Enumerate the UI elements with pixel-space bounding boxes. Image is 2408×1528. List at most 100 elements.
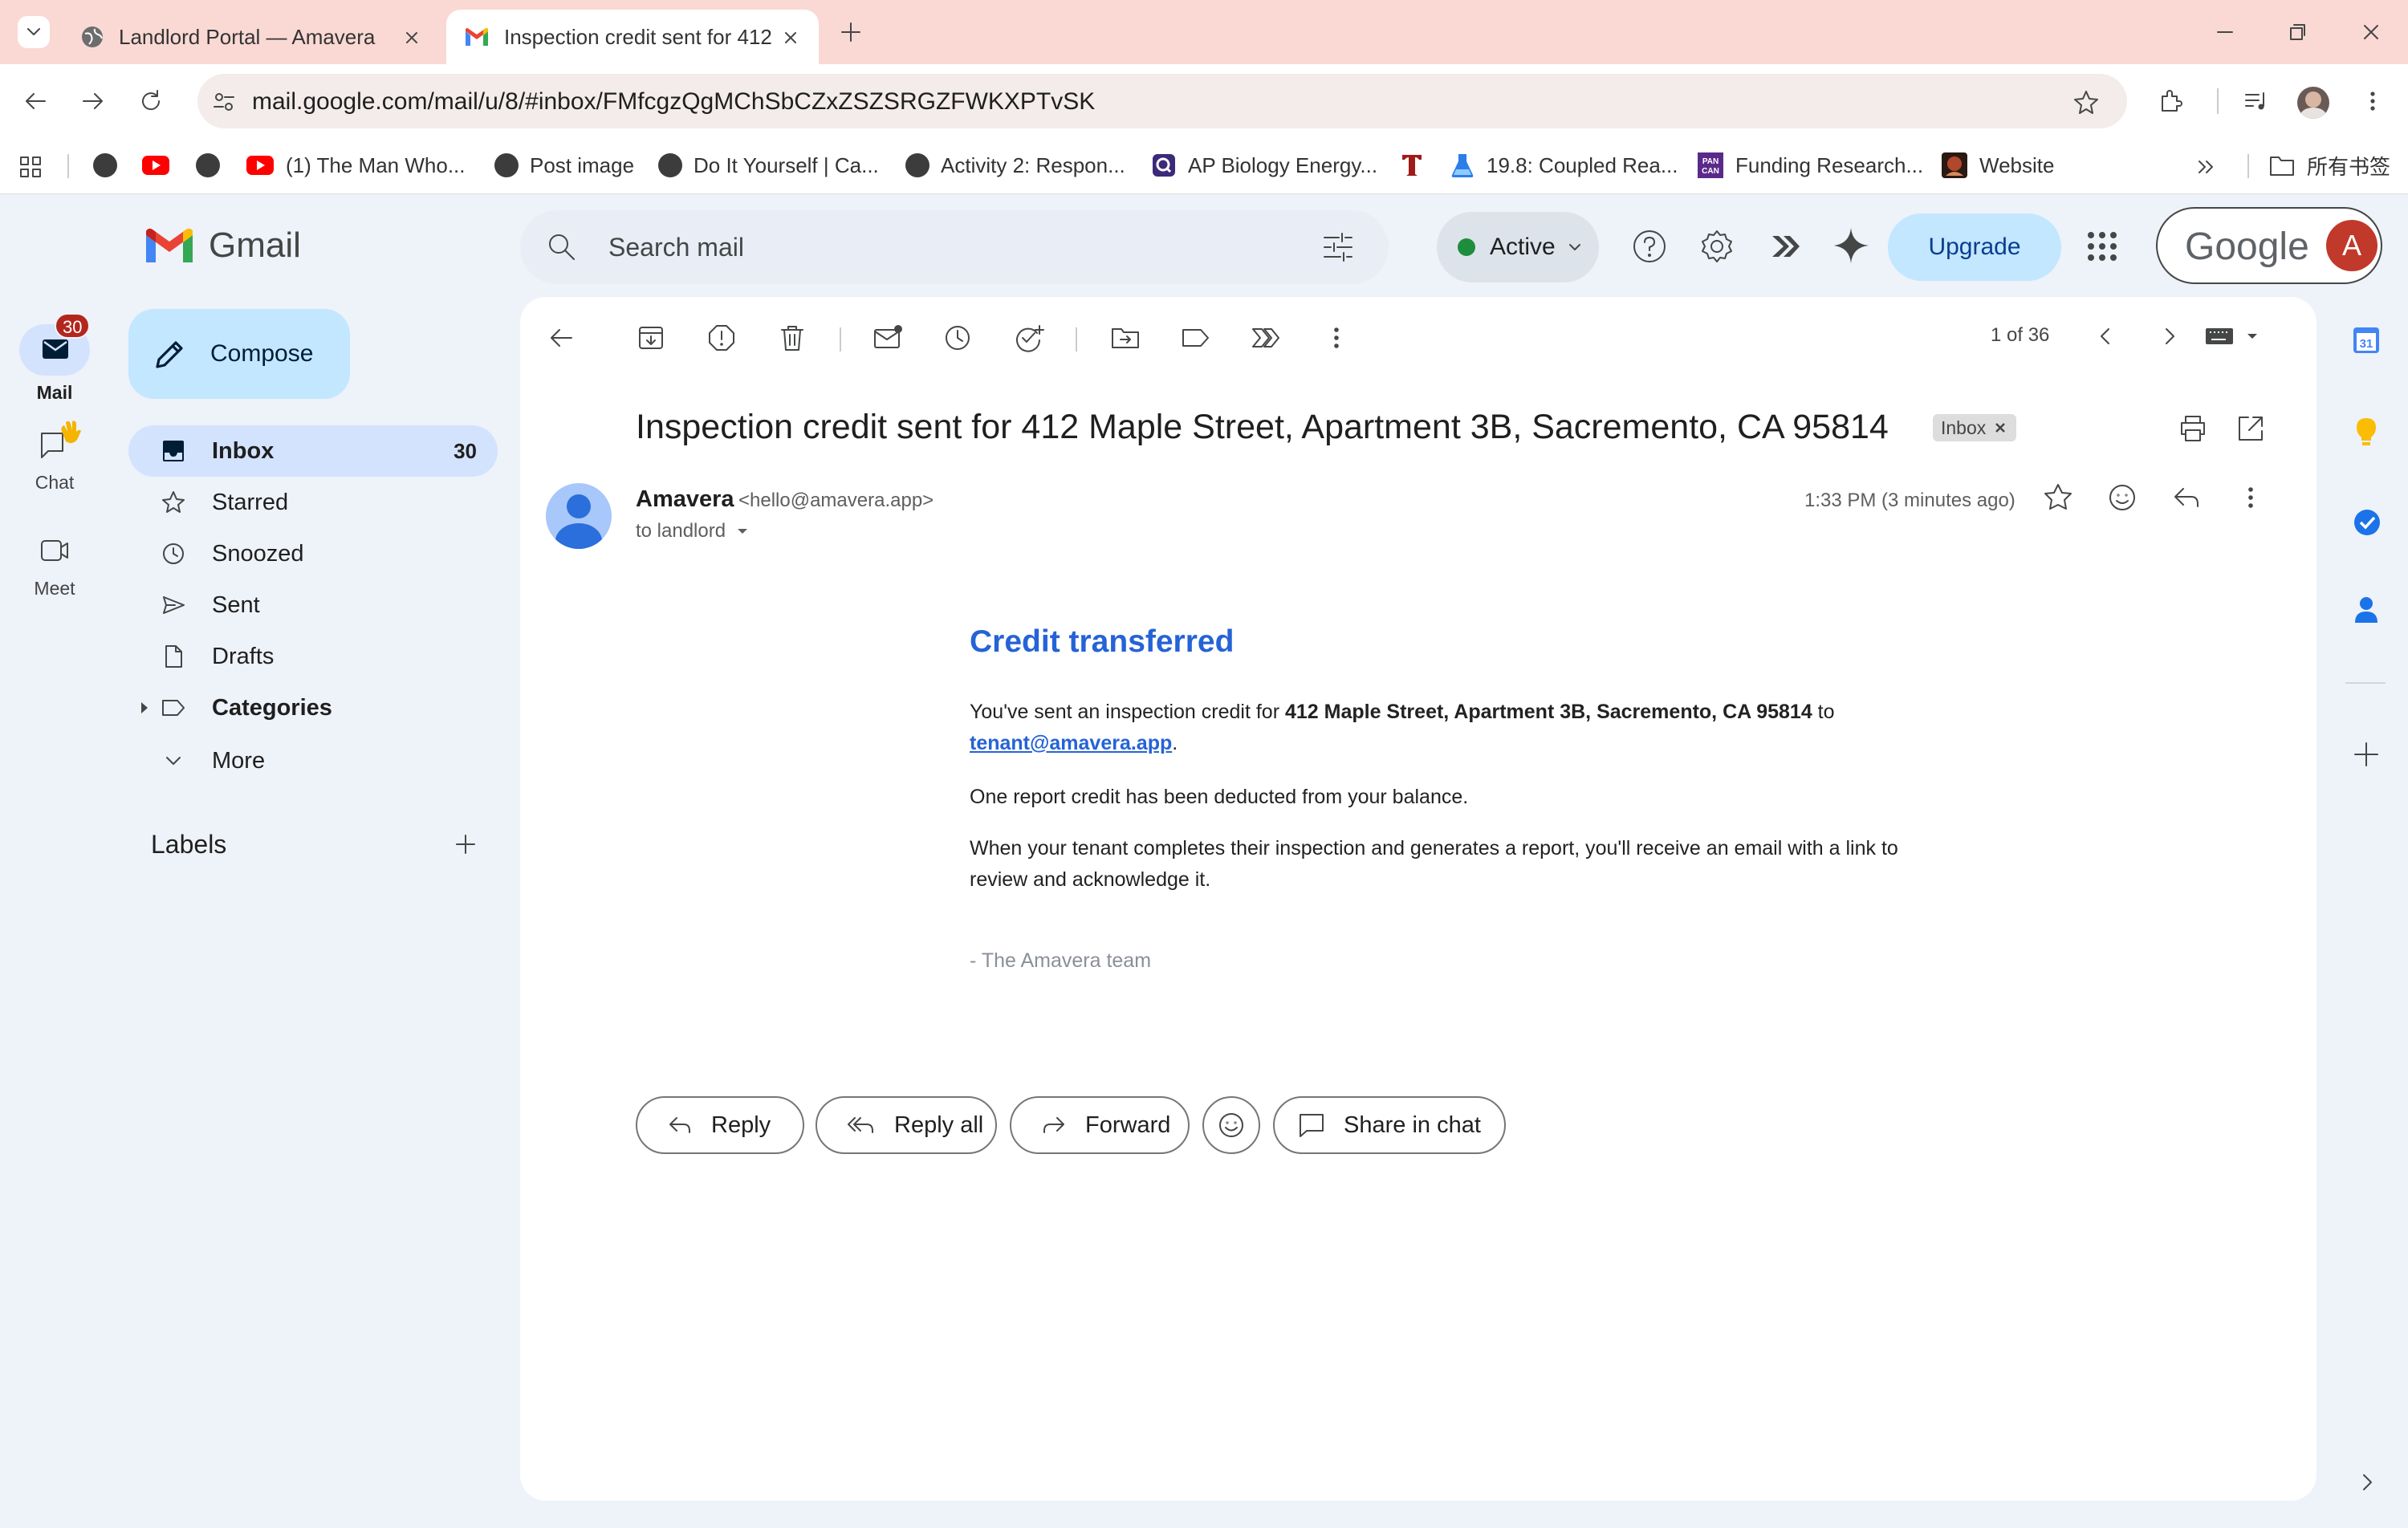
nav-starred[interactable]: Starred <box>128 477 498 528</box>
search-input[interactable]: Search mail <box>608 233 744 262</box>
remove-label-icon[interactable] <box>1992 420 2008 436</box>
reply-all-button[interactable]: Reply all <box>816 1096 997 1154</box>
tab-landlord-portal[interactable]: Landlord Portal — Amavera <box>63 10 440 64</box>
add-task-icon[interactable] <box>1013 323 1045 353</box>
address-bar[interactable]: mail.google.com/mail/u/8/#inbox/FMfcgzQg… <box>197 74 2127 128</box>
bookmark-the-man-who[interactable]: (1) The Man Who... <box>246 149 466 181</box>
bookmark-post-image[interactable]: Post image <box>494 149 634 181</box>
bookmark-do-it-yourself[interactable]: Do It Yourself | Ca... <box>658 149 879 181</box>
report-spam-icon[interactable] <box>706 323 737 353</box>
input-tools-toggle[interactable] <box>2204 324 2262 348</box>
profile-avatar[interactable] <box>2297 87 2329 119</box>
tab-search-button[interactable] <box>18 16 50 48</box>
back-arrow-icon[interactable] <box>21 87 50 116</box>
apps-grid-icon[interactable] <box>18 154 43 180</box>
recipient-text: to landlord <box>636 520 726 542</box>
move-to-icon[interactable] <box>1109 323 1141 353</box>
nav-categories[interactable]: Categories <box>128 682 498 734</box>
rail-meet-label: Meet <box>34 578 75 599</box>
bookmark-ap-biology[interactable]: AP Biology Energy... <box>1151 149 1377 181</box>
google-account-button[interactable]: Google A <box>2156 207 2382 284</box>
new-tab-icon[interactable] <box>838 19 864 45</box>
share-in-chat-button[interactable]: Share in chat <box>1273 1096 1506 1154</box>
nav-snoozed[interactable]: Snoozed <box>128 528 498 579</box>
mark-important-icon[interactable] <box>1251 323 1283 353</box>
close-icon[interactable] <box>403 29 421 47</box>
gemini-extensions-icon[interactable] <box>1766 228 1803 265</box>
minimize-icon[interactable] <box>2212 19 2238 45</box>
website-favicon-icon <box>1942 152 1967 178</box>
tenant-email-link[interactable]: tenant@amavera.app <box>970 732 1172 754</box>
site-settings-icon[interactable] <box>212 90 236 114</box>
nav-drafts[interactable]: Drafts <box>128 631 498 682</box>
mark-unread-icon[interactable] <box>872 323 904 353</box>
print-icon[interactable] <box>2177 412 2209 445</box>
bookmark-coupled-reactions[interactable]: 19.8: Coupled Rea... <box>1450 149 1678 181</box>
label-icon[interactable] <box>1180 323 1212 353</box>
newer-chevron-icon[interactable] <box>2092 323 2119 350</box>
search-options-icon[interactable] <box>1321 231 1355 263</box>
bookmark-activity-2[interactable]: Activity 2: Respon... <box>905 149 1125 181</box>
calendar-icon[interactable]: 31 <box>2352 326 2381 355</box>
forward-button[interactable]: Forward <box>1010 1096 1190 1154</box>
expand-arrow-icon[interactable] <box>138 700 151 716</box>
archive-icon[interactable] <box>636 323 666 353</box>
help-icon[interactable] <box>1631 228 1668 265</box>
nav-more[interactable]: More <box>128 735 498 786</box>
show-side-panel-chevron-icon[interactable] <box>2353 1469 2381 1496</box>
sender-avatar[interactable] <box>546 483 612 549</box>
bookmark-funding-research[interactable]: PAN CAN Funding Research... <box>1697 149 1923 181</box>
nav-sent[interactable]: Sent <box>128 579 498 631</box>
older-chevron-icon[interactable] <box>2156 323 2183 350</box>
close-icon[interactable] <box>782 29 799 47</box>
browser-menu-icon[interactable] <box>2358 87 2387 116</box>
extensions-icon[interactable] <box>2156 87 2185 116</box>
upgrade-button[interactable]: Upgrade <box>1888 213 2061 281</box>
reply-icon[interactable] <box>2170 482 2203 514</box>
bookmark-youtube[interactable] <box>141 149 170 181</box>
more-vert-icon[interactable] <box>2235 482 2267 514</box>
compose-button[interactable]: Compose <box>128 309 350 399</box>
restore-icon[interactable] <box>2284 19 2310 45</box>
window-close-icon[interactable] <box>2358 19 2384 45</box>
add-reaction-icon[interactable] <box>2106 482 2138 514</box>
sender-name[interactable]: Amavera <box>636 486 734 513</box>
open-in-new-window-icon[interactable] <box>2235 412 2267 445</box>
keep-notes-icon[interactable] <box>2352 416 2381 448</box>
star-icon[interactable] <box>2072 88 2100 116</box>
bookmarks-divider <box>67 154 69 178</box>
emoji-reaction-button[interactable] <box>1202 1096 1260 1154</box>
nav-inbox[interactable]: Inbox 30 <box>128 425 498 477</box>
snooze-clock-icon[interactable] <box>942 323 973 353</box>
bookmark-website[interactable]: Website <box>1941 149 2054 181</box>
media-controls-icon[interactable] <box>2241 87 2270 116</box>
reload-icon[interactable] <box>136 87 165 116</box>
delete-icon[interactable] <box>777 323 807 353</box>
bookmark-globe-2[interactable] <box>196 149 231 181</box>
reply-button[interactable]: Reply <box>636 1096 804 1154</box>
add-label-icon[interactable] <box>453 831 478 857</box>
dropdown-arrow-icon <box>2247 334 2257 339</box>
get-addons-icon[interactable] <box>2350 738 2382 770</box>
tab-inspection-credit[interactable]: Inspection credit sent for 412 <box>446 10 819 64</box>
browser-tab-strip: Landlord Portal — Amavera Inspection cre… <box>0 0 2408 64</box>
star-icon[interactable] <box>2042 482 2074 514</box>
search-bar[interactable]: Search mail <box>520 210 1389 284</box>
draft-file-icon <box>165 645 182 668</box>
forward-arrow-icon[interactable] <box>79 87 108 116</box>
gemini-sparkle-icon[interactable] <box>1832 226 1870 265</box>
back-to-inbox-icon[interactable] <box>546 323 576 353</box>
bookmark-times[interactable] <box>1400 149 1424 181</box>
recipient-details[interactable]: to landlord <box>636 520 753 543</box>
google-apps-icon[interactable] <box>2085 230 2119 263</box>
chevron-double-right-icon[interactable] <box>2193 154 2219 180</box>
more-vert-icon[interactable] <box>1321 323 1352 353</box>
all-bookmarks[interactable]: 所有书签 <box>2268 149 2390 181</box>
tasks-icon[interactable] <box>2352 507 2382 538</box>
message-subject: Inspection credit sent for 412 Maple Str… <box>636 408 1889 446</box>
bookmark-globe[interactable] <box>93 149 128 181</box>
contacts-icon[interactable] <box>2352 594 2381 626</box>
search-icon[interactable] <box>544 230 580 265</box>
status-selector[interactable]: Active <box>1437 212 1599 282</box>
settings-gear-icon[interactable] <box>1698 228 1735 265</box>
